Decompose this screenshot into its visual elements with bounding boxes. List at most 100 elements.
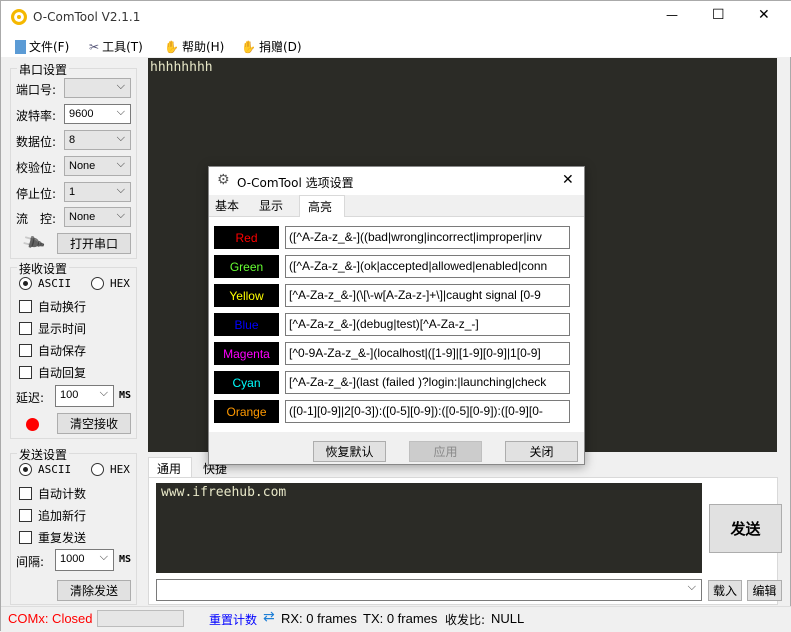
send-textarea[interactable]: www.ifreehub.com [156, 483, 702, 573]
append-newline-checkbox[interactable]: 追加新行 [19, 507, 86, 524]
baud-label: 波特率: [16, 109, 57, 123]
tools-icon: ✂ [89, 39, 100, 54]
gear-icon: ⚙ [217, 172, 230, 188]
ratio-label: 收发比: [445, 613, 486, 627]
dialog-close-icon[interactable]: ✕ [562, 172, 574, 188]
baud-select[interactable]: 9600 [64, 104, 131, 124]
tab-general[interactable]: 通用 [148, 457, 192, 477]
highlight-color-yellow[interactable]: Yellow [214, 284, 279, 307]
tab-highlight[interactable]: 高亮 [299, 195, 345, 217]
port-select[interactable] [64, 78, 131, 98]
serial-settings-title: 串口设置 [17, 61, 70, 78]
radio-icon [91, 277, 104, 290]
radio-icon [91, 463, 104, 476]
interval-spinner[interactable]: 1000 [55, 549, 114, 571]
tx-count: TX: 0 frames [363, 611, 438, 626]
menu-help[interactable]: ✋ 帮助(H) [164, 38, 224, 55]
highlight-pattern-input[interactable]: [^A-Za-z_&-](last (failed )?login:|launc… [285, 371, 570, 394]
radio-icon [19, 463, 32, 476]
delay-spinner[interactable]: 100 [55, 385, 114, 407]
help-icon: ✋ [164, 39, 179, 54]
menu-file[interactable]: 文件(F) [15, 38, 69, 55]
checkbox-icon [19, 300, 32, 313]
delay-unit: MS [119, 390, 132, 401]
checkbox-icon [19, 322, 32, 335]
clear-send-button[interactable]: 清除发送 [57, 580, 131, 601]
checkbox-icon [19, 344, 32, 357]
clear-receive-button[interactable]: 清空接收 [57, 413, 131, 434]
auto-wrap-checkbox[interactable]: 自动换行 [19, 298, 86, 315]
menu-donate[interactable]: ✋ 捐赠(D) [241, 38, 302, 55]
main-window: O-ComTool V2.1.1 — ☐ ✕ 文件(F) ✂ 工具(T) ✋ 帮助(… [0, 0, 791, 632]
minimize-button[interactable]: — [666, 8, 678, 22]
rx-count: RX: 0 frames [281, 611, 357, 626]
restore-defaults-button[interactable]: 恢复默认 [313, 441, 386, 462]
repeat-send-checkbox[interactable]: 重复发送 [19, 529, 86, 546]
checkbox-icon [19, 531, 32, 544]
send-settings-title: 发送设置 [17, 446, 70, 463]
highlight-color-red[interactable]: Red [214, 226, 279, 249]
menu-bar: 文件(F) ✂ 工具(T) ✋ 帮助(H) ✋ 捐赠(D) [1, 33, 791, 57]
checkbox-icon [19, 509, 32, 522]
reset-count-link[interactable]: 重置计数 [209, 611, 257, 628]
highlight-color-blue[interactable]: Blue [214, 313, 279, 336]
dialog-title-bar: ⚙ O-ComTool 选项设置 ✕ [209, 167, 584, 195]
progress-bar [97, 610, 184, 627]
highlight-pattern-input[interactable]: ([^A-Za-z_&-](ok|accepted|allowed|enable… [285, 255, 570, 278]
show-time-checkbox[interactable]: 显示时间 [19, 320, 86, 337]
send-history-select[interactable] [156, 579, 702, 601]
send-ascii-radio[interactable]: ASCII [19, 463, 71, 476]
stop-bits-select[interactable]: 1 [64, 182, 131, 202]
highlight-pattern-input[interactable]: [^A-Za-z_&-](debug|test)[^A-Za-z_-] [285, 313, 570, 336]
highlight-pattern-input[interactable]: ([^A-Za-z_&-]((bad|wrong|incorrect|impro… [285, 226, 570, 249]
highlight-color-cyan[interactable]: Cyan [214, 371, 279, 394]
parity-label: 校验位: [16, 161, 57, 175]
tab-display[interactable]: 显示 [253, 195, 289, 216]
menu-tools[interactable]: ✂ 工具(T) [89, 38, 143, 55]
highlight-color-magenta[interactable]: Magenta [214, 342, 279, 365]
highlight-pattern-input[interactable]: [^A-Za-z_&-](\[\-w[A-Za-z-]+\]|caught si… [285, 284, 570, 307]
options-dialog: ⚙ O-ComTool 选项设置 ✕ 基本 显示 高亮 Red ([^A-Za-z… [208, 166, 585, 465]
data-bits-select[interactable]: 8 [64, 130, 131, 150]
apply-button: 应用 [409, 441, 482, 462]
dialog-close-button[interactable]: 关闭 [505, 441, 578, 462]
auto-save-checkbox[interactable]: 自动保存 [19, 342, 86, 359]
status-indicator-icon [26, 418, 39, 431]
dialog-title: O-ComTool 选项设置 [237, 176, 354, 190]
donate-icon: ✋ [241, 39, 256, 54]
highlight-panel: Red ([^A-Za-z_&-]((bad|wrong|incorrect|im… [209, 216, 584, 432]
checkbox-icon [19, 487, 32, 500]
highlight-color-green[interactable]: Green [214, 255, 279, 278]
app-logo-icon [11, 9, 27, 25]
load-button[interactable]: 载入 [708, 580, 742, 601]
flow-control-label: 流 控: [16, 212, 57, 226]
parity-select[interactable]: None [64, 156, 131, 176]
stop-bits-label: 停止位: [16, 187, 57, 201]
transfer-icon: ⇄ [263, 609, 275, 625]
edit-button[interactable]: 编辑 [747, 580, 782, 601]
port-status: COMx: Closed [8, 611, 93, 626]
radio-icon [19, 277, 32, 290]
open-port-button[interactable]: 打开串口 [57, 233, 131, 254]
auto-count-checkbox[interactable]: 自动计数 [19, 485, 86, 502]
flow-control-select[interactable]: None [64, 207, 131, 227]
tab-basic[interactable]: 基本 [209, 195, 245, 216]
highlight-pattern-input[interactable]: [^0-9A-Za-z_&-](localhost|([1-9]|[1-9][0… [285, 342, 570, 365]
file-icon [15, 39, 26, 54]
ratio-value: NULL [491, 611, 525, 626]
interval-unit: MS [119, 554, 132, 565]
port-label: 端口号: [16, 83, 57, 97]
send-hex-radio[interactable]: HEX [91, 463, 130, 476]
receive-ascii-radio[interactable]: ASCII [19, 277, 71, 290]
send-button[interactable]: 发送 [709, 504, 782, 553]
maximize-button[interactable]: ☐ [712, 7, 725, 23]
close-button[interactable]: ✕ [758, 7, 770, 23]
receive-hex-radio[interactable]: HEX [91, 277, 130, 290]
highlight-color-orange[interactable]: Orange [214, 400, 279, 423]
delay-label: 延迟: [16, 391, 45, 405]
window-title: O-ComTool V2.1.1 [33, 10, 141, 24]
highlight-pattern-input[interactable]: ([0-1][0-9]|2[0-3]):([0-5][0-9]):([0-5][… [285, 400, 570, 423]
interval-label: 间隔: [16, 555, 45, 569]
auto-reply-checkbox[interactable]: 自动回复 [19, 364, 86, 381]
checkbox-icon [19, 366, 32, 379]
